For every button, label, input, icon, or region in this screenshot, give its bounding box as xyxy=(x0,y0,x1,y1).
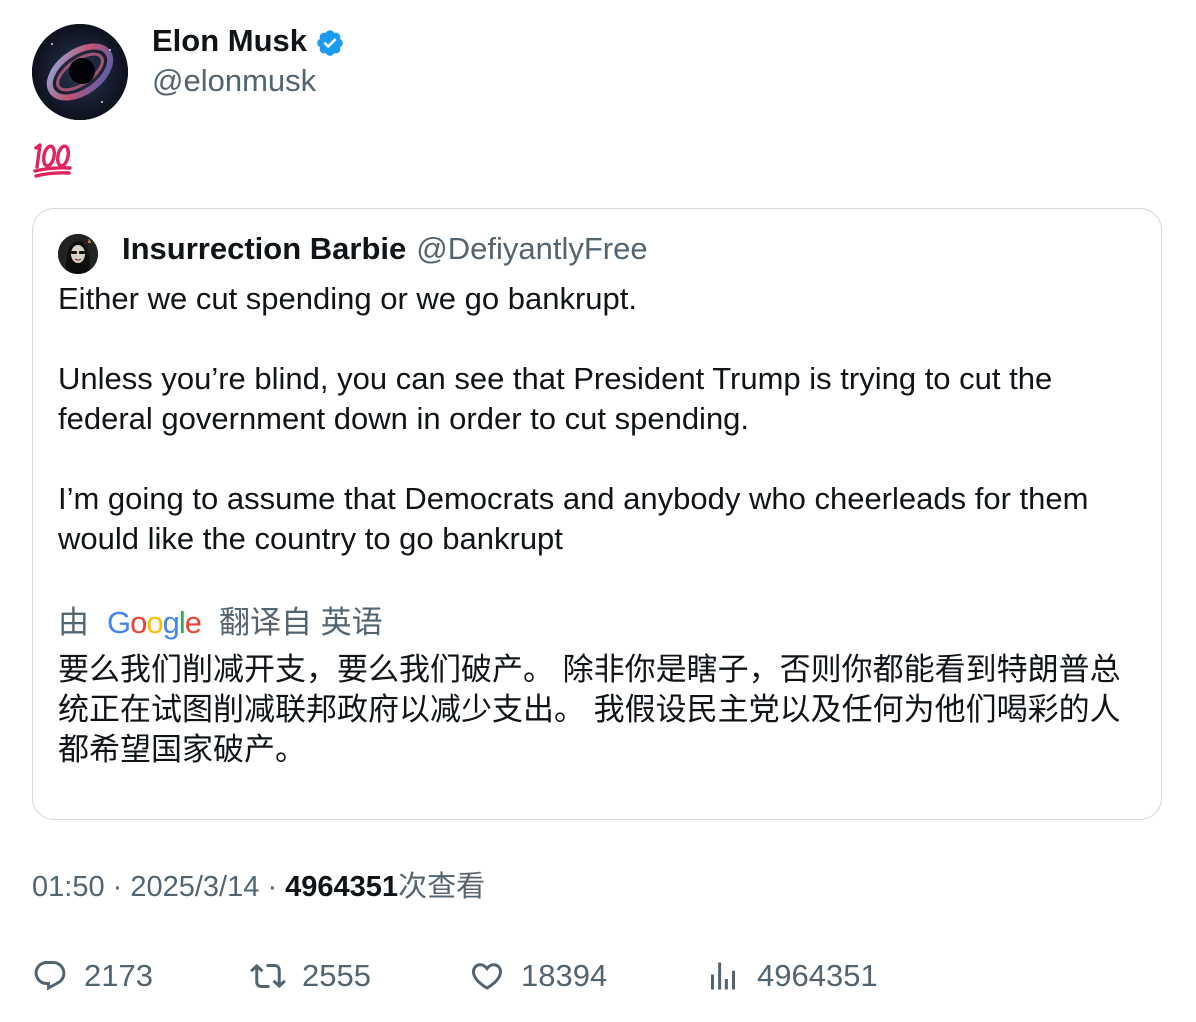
quoted-author-handle[interactable]: @DefiyantlyFree xyxy=(416,230,647,268)
views-action-count: 4964351 xyxy=(757,958,878,993)
quoted-author-row: Insurrection Barbie @DefiyantlyFree xyxy=(122,230,648,268)
quoted-paragraph: Unless you’re blind, you can see that Pr… xyxy=(58,361,1053,436)
quoted-tweet-card[interactable]: Insurrection Barbie @DefiyantlyFree Eith… xyxy=(32,208,1162,820)
translation-prefix: 由 xyxy=(58,605,89,640)
author-name-row: Elon Musk xyxy=(152,22,345,60)
author-avatar[interactable] xyxy=(32,24,128,120)
quoted-tweet-text: Either we cut spending or we go bankrupt… xyxy=(58,279,1133,559)
views-button[interactable]: 4964351 xyxy=(705,953,878,999)
translation-suffix: 翻译自 英语 xyxy=(219,605,383,640)
repost-icon xyxy=(250,963,286,989)
views-count: 4964351 xyxy=(285,871,399,903)
author-display-name[interactable]: Elon Musk xyxy=(152,22,307,60)
reply-icon xyxy=(34,961,66,991)
woman-portrait-avatar-icon xyxy=(58,234,98,274)
google-logo-icon: Google xyxy=(107,605,202,640)
quoted-author-display-name[interactable]: Insurrection Barbie xyxy=(122,230,406,268)
author-handle[interactable]: @elonmusk xyxy=(152,62,316,100)
heart-icon xyxy=(471,963,503,990)
translated-text: 要么我们削减开支，要么我们破产。 除非你是瞎子，否则你都能看到特朗普总统正在试图… xyxy=(58,652,1121,767)
reply-button[interactable]: 2173 xyxy=(32,953,153,999)
quoted-paragraph: Either we cut spending or we go bankrupt… xyxy=(58,281,638,316)
verified-badge-icon xyxy=(317,29,343,56)
tweet-page: Elon Musk @elonmusk Insurrection Barbie … xyxy=(0,0,1196,1022)
meta-separator: · xyxy=(267,871,286,903)
like-button[interactable]: 18394 xyxy=(469,953,607,999)
meta-separator: · xyxy=(112,871,131,903)
tweet-date[interactable]: 2025/3/14 xyxy=(130,871,259,903)
quoted-author-avatar[interactable] xyxy=(58,234,98,274)
black-hole-avatar-icon xyxy=(32,24,128,120)
hundred-points-emoji-icon xyxy=(33,143,72,178)
like-count: 18394 xyxy=(521,958,608,993)
views-label: 次查看 xyxy=(398,871,486,903)
action-bar: 2173 2555 18394 4964351 xyxy=(32,953,1162,999)
tweet-meta: 01:50 · 2025/3/14 · 4964351次查看 xyxy=(32,868,485,906)
repost-button[interactable]: 2555 xyxy=(250,953,371,999)
analytics-icon xyxy=(711,962,735,990)
translation-attribution: 由 Google 翻译自 英语 xyxy=(58,603,383,643)
tweet-time[interactable]: 01:50 xyxy=(32,871,105,903)
repost-count: 2555 xyxy=(302,958,371,993)
quoted-paragraph: I’m going to assume that Democrats and a… xyxy=(58,481,1089,556)
reply-count: 2173 xyxy=(84,958,153,993)
